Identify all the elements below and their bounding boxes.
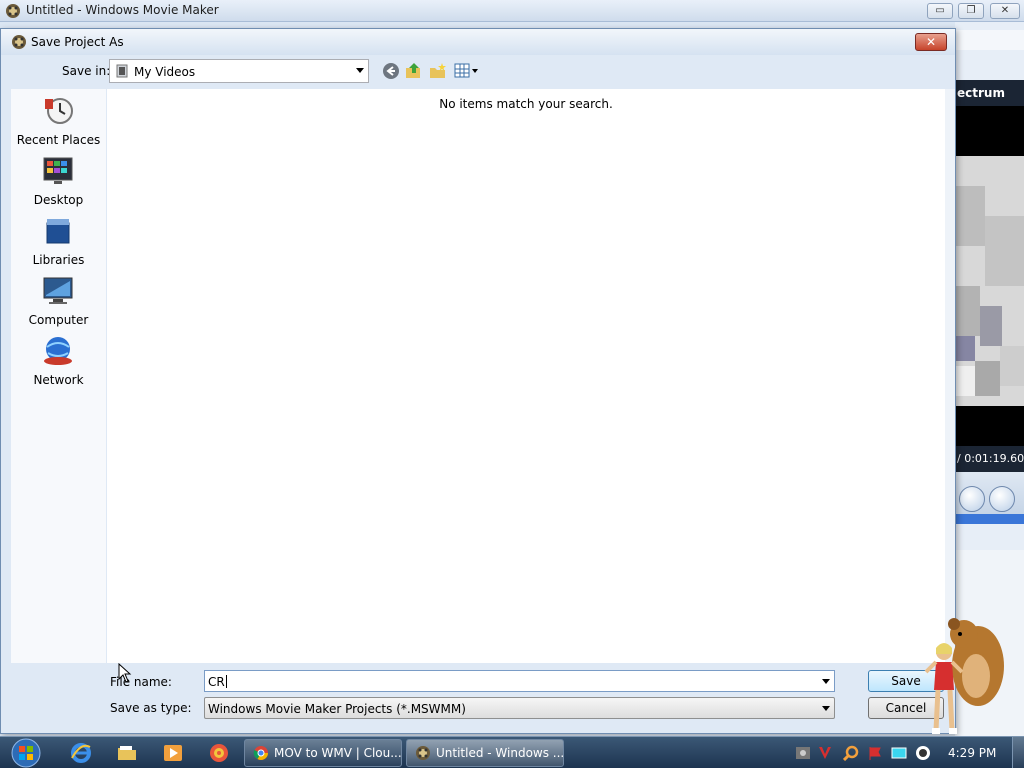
task-label: MOV to WMV | Clou... [274,746,402,760]
tray-app-icon[interactable] [795,745,811,761]
split-clip-button[interactable] [959,486,985,512]
place-label: Computer [28,313,89,327]
places-bar: Recent Places Desktop Libraries Computer… [11,89,106,663]
place-label: Recent Places [16,133,101,147]
chevron-down-icon [356,68,364,73]
taskbar-clock[interactable]: 4:29 PM [948,746,996,760]
up-folder-icon[interactable] [405,62,423,80]
maximize-button[interactable]: ❐ [958,3,984,19]
dancer-desktop-pet-icon [924,643,964,734]
preview-header: ectrum [955,80,1024,106]
movie-maker-icon [12,35,26,49]
internet-explorer-icon[interactable] [70,742,92,764]
place-computer[interactable]: Computer [11,275,106,331]
text-caret [225,675,227,688]
file-list[interactable]: No items match your search. [107,89,945,663]
save-in-dropdown[interactable]: My Videos [109,59,369,83]
take-picture-button[interactable] [989,486,1015,512]
place-network[interactable]: Network [11,335,106,391]
save-as-type-label: Save as type: [110,701,192,715]
file-name-input[interactable]: CR [204,670,835,692]
save-in-value: My Videos [134,65,196,79]
chevron-down-icon[interactable] [822,679,830,684]
place-label: Desktop [33,193,84,207]
chevron-down-icon [822,706,830,711]
minimize-button[interactable]: ▭ [927,3,953,19]
preview-toolbar-strip [955,30,1024,50]
task-movie-maker[interactable]: Untitled - Windows ... [406,739,564,767]
file-name-value: CR [208,675,225,689]
dialog-title: Save Project As [31,35,124,49]
place-desktop[interactable]: Desktop [11,155,106,211]
place-label: Libraries [32,253,85,267]
dialog-close-button[interactable]: ✕ [915,33,947,51]
media-player-icon[interactable] [162,742,184,764]
app-title: Untitled - Windows Movie Maker [26,3,219,17]
close-window-button[interactable]: ✕ [990,3,1020,19]
tray-speaker-icon[interactable] [915,745,931,761]
file-list-scroll-area [945,89,955,663]
tray-search-icon[interactable] [843,745,859,761]
dialog-titlebar[interactable]: Save Project As ✕ [1,29,955,55]
new-folder-icon[interactable] [429,62,447,80]
mouse-cursor-icon [118,663,132,683]
place-libraries[interactable]: Libraries [11,215,106,271]
start-button-icon[interactable] [4,738,46,768]
back-arrow-icon[interactable] [382,62,400,80]
task-label: Untitled - Windows ... [436,746,565,760]
preview-divider-bar [955,514,1024,524]
task-chrome-mov-to-wmv[interactable]: MOV to WMV | Clou... [244,739,402,767]
save-project-dialog: Save Project As ✕ Save in: My Videos Rec… [0,28,956,734]
app-titlebar[interactable]: Untitled - Windows Movie Maker ▭ ❐ ✕ [0,0,1024,22]
save-as-type-dropdown[interactable]: Windows Movie Maker Projects (*.MSWMM) [204,697,835,719]
videos-folder-icon [116,64,128,78]
app-shortcut-icon[interactable] [208,742,230,764]
network-icon [44,337,72,365]
preview-monitor [955,106,1024,446]
views-menu-icon[interactable] [454,62,480,80]
show-desktop-button[interactable] [1012,737,1024,768]
desktop-icon [43,157,73,184]
movie-maker-icon [416,746,430,760]
tray-v-icon[interactable] [817,745,833,761]
save-in-label: Save in: [62,64,111,78]
preview-time-readout: / 0:01:19.60 [955,446,1024,472]
tray-monitor-icon[interactable] [891,745,907,761]
libraries-icon [46,219,70,244]
place-recent-places[interactable]: Recent Places [11,95,106,151]
save-as-type-value: Windows Movie Maker Projects (*.MSWMM) [208,702,466,716]
taskbar: MOV to WMV | Clou... Untitled - Windows … [0,736,1024,768]
movie-maker-icon [6,4,20,18]
empty-message: No items match your search. [439,97,613,111]
recent-places-icon [45,98,73,124]
chrome-icon [253,746,268,760]
computer-icon [43,277,73,304]
preview-controls [955,472,1024,514]
place-label: Network [33,373,84,387]
tray-flag-icon[interactable] [867,745,883,761]
explorer-folder-icon[interactable] [116,742,138,764]
